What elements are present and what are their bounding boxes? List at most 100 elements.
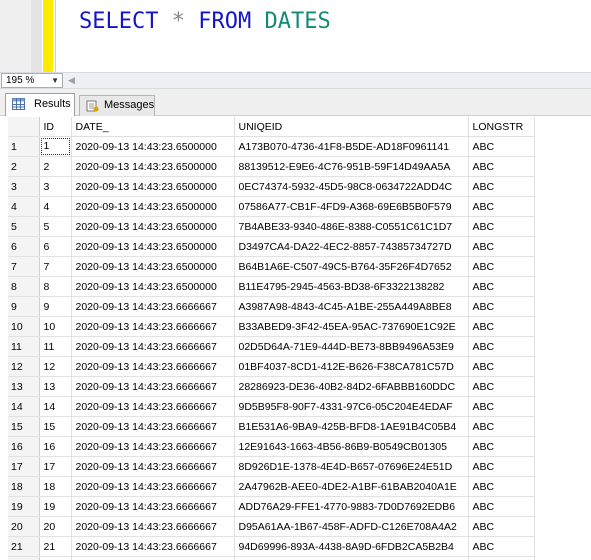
table-row[interactable]: 20 20 2020-09-13 14:43:23.6666667 D95A61AA-… xyxy=(8,516,535,537)
cell-longstr[interactable]: ABC xyxy=(468,396,535,417)
scroll-left-icon[interactable]: ◀ xyxy=(68,74,75,87)
row-number[interactable]: 14 xyxy=(8,396,40,417)
cell-date[interactable]: 2020-09-13 14:43:23.6666667 xyxy=(71,536,235,557)
row-number[interactable]: 16 xyxy=(8,436,40,457)
row-number[interactable]: 4 xyxy=(8,196,40,217)
cell-longstr[interactable]: ABC xyxy=(468,276,535,297)
cell-longstr[interactable]: ABC xyxy=(468,436,535,457)
column-header-id[interactable]: ID xyxy=(39,117,72,137)
cell-date[interactable]: 2020-09-13 14:43:23.6666667 xyxy=(71,396,235,417)
column-header-date[interactable]: DATE_ xyxy=(71,117,235,137)
cell-longstr[interactable]: ABC xyxy=(468,536,535,557)
cell-uniqeid[interactable]: A1429A1D-F911-4A10-9A4E-076E1613FF73 xyxy=(234,556,469,560)
cell-date[interactable]: 2020-09-13 14:43:23.6666667 xyxy=(71,496,235,517)
table-row[interactable]: 4 4 2020-09-13 14:43:23.6500000 07586A77-CB… xyxy=(8,196,535,217)
cell-uniqeid[interactable]: 88139512-E9E6-4C76-951B-59F14D49AA5A xyxy=(234,156,469,177)
cell-id[interactable]: 21 xyxy=(39,536,72,557)
cell-id[interactable]: 5 xyxy=(39,216,72,237)
cell-id[interactable]: 16 xyxy=(39,436,72,457)
table-row[interactable]: 16 16 2020-09-13 14:43:23.6666667 12E91643-… xyxy=(8,436,535,457)
cell-longstr[interactable]: ABC xyxy=(468,316,535,337)
table-row[interactable]: 7 7 2020-09-13 14:43:23.6500000 B64B1A6E-C5… xyxy=(8,256,535,277)
row-number[interactable]: 3 xyxy=(8,176,40,197)
row-number[interactable]: 21 xyxy=(8,536,40,557)
table-row[interactable]: 15 15 2020-09-13 14:43:23.6666667 B1E531A6-… xyxy=(8,416,535,437)
cell-id[interactable]: 7 xyxy=(39,256,72,277)
table-row[interactable]: 9 9 2020-09-13 14:43:23.6666667 A3987A98-48… xyxy=(8,296,535,317)
query-editor[interactable]: SELECT * FROM DATES xyxy=(0,0,591,72)
cell-date[interactable]: 2020-09-13 14:43:23.6500000 xyxy=(71,196,235,217)
cell-longstr[interactable]: ABC xyxy=(468,256,535,277)
sql-query-text[interactable]: SELECT * FROM DATES xyxy=(79,7,331,37)
table-row[interactable]: 6 6 2020-09-13 14:43:23.6500000 D3497CA4-DA… xyxy=(8,236,535,257)
table-row[interactable]: 2 2 2020-09-13 14:43:23.6500000 88139512-E9… xyxy=(8,156,535,177)
cell-date[interactable]: 2020-09-13 14:43:23.6500000 xyxy=(71,256,235,277)
cell-longstr[interactable]: ABC xyxy=(468,376,535,397)
cell-date[interactable]: 2020-09-13 14:43:23.6666667 xyxy=(71,456,235,477)
table-row[interactable]: 5 5 2020-09-13 14:43:23.6500000 7B4ABE33-93… xyxy=(8,216,535,237)
cell-id[interactable]: 15 xyxy=(39,416,72,437)
cell-longstr[interactable]: ABC xyxy=(468,416,535,437)
cell-longstr[interactable]: ABC xyxy=(468,476,535,497)
row-number-header[interactable] xyxy=(8,117,40,137)
table-row[interactable]: 19 19 2020-09-13 14:43:23.6666667 ADD76A29-… xyxy=(8,496,535,517)
cell-date[interactable]: 2020-09-13 14:43:23.6500000 xyxy=(71,216,235,237)
cell-id[interactable]: 1 xyxy=(39,136,72,157)
cell-id[interactable]: 17 xyxy=(39,456,72,477)
cell-id[interactable]: 18 xyxy=(39,476,72,497)
row-number[interactable]: 13 xyxy=(8,376,40,397)
cell-id[interactable]: 10 xyxy=(39,316,72,337)
cell-date[interactable]: 2020-09-13 14:43:23.6500000 xyxy=(71,236,235,257)
table-row[interactable]: 21 21 2020-09-13 14:43:23.6666667 94D69996-… xyxy=(8,536,535,557)
cell-longstr[interactable]: ABC xyxy=(468,336,535,357)
cell-longstr[interactable]: ABC xyxy=(468,516,535,537)
row-number[interactable]: 10 xyxy=(8,316,40,337)
row-number[interactable]: 22 xyxy=(8,556,40,560)
cell-id[interactable]: 20 xyxy=(39,516,72,537)
cell-uniqeid[interactable]: 2A47962B-AEE0-4DE2-A1BF-61BAB2040A1E xyxy=(234,476,469,497)
cell-date[interactable]: 2020-09-13 14:43:23.6666667 xyxy=(71,436,235,457)
cell-id[interactable]: 8 xyxy=(39,276,72,297)
cell-id[interactable]: 4 xyxy=(39,196,72,217)
cell-uniqeid[interactable]: 0EC74374-5932-45D5-98C8-0634722ADD4C xyxy=(234,176,469,197)
cell-longstr[interactable]: ABC xyxy=(468,296,535,317)
cell-date[interactable]: 2020-09-13 14:43:23.6500000 xyxy=(71,136,235,157)
row-number[interactable]: 12 xyxy=(8,356,40,377)
row-number[interactable]: 9 xyxy=(8,296,40,317)
cell-longstr[interactable]: ABC xyxy=(468,196,535,217)
cell-id[interactable]: 9 xyxy=(39,296,72,317)
cell-uniqeid[interactable]: 07586A77-CB1F-4FD9-A368-69E6B5B0F579 xyxy=(234,196,469,217)
row-number[interactable]: 7 xyxy=(8,256,40,277)
cell-date[interactable]: 2020-09-13 14:43:23.6666667 xyxy=(71,476,235,497)
cell-uniqeid[interactable]: 8D926D1E-1378-4E4D-B657-07696E24E51D xyxy=(234,456,469,477)
row-number[interactable]: 1 xyxy=(8,136,40,157)
cell-date[interactable]: 2020-09-13 14:43:23.6666667 xyxy=(71,296,235,317)
cell-uniqeid[interactable]: 12E91643-1663-4B56-86B9-B0549CB01305 xyxy=(234,436,469,457)
table-row[interactable]: 22222020-09-13 14:43:23.6666667A1429A1D-… xyxy=(8,556,535,560)
results-grid[interactable]: ID DATE_ UNIQEID LONGSTR 1 1 2020-09-13 14… xyxy=(8,117,591,560)
cell-uniqeid[interactable]: A3987A98-4843-4C45-A1BE-255A449A8BE8 xyxy=(234,296,469,317)
cell-uniqeid[interactable]: B64B1A6E-C507-49C5-B764-35F26F4D7652 xyxy=(234,256,469,277)
cell-uniqeid[interactable]: A173B070-4736-41F8-B5DE-AD18F0961141 xyxy=(234,136,469,157)
cell-uniqeid[interactable]: 28286923-DE36-40B2-84D2-6FABBB160DDC xyxy=(234,376,469,397)
row-number[interactable]: 20 xyxy=(8,516,40,537)
cell-date[interactable]: 2020-09-13 14:43:23.6500000 xyxy=(71,176,235,197)
table-row[interactable]: 11 11 2020-09-13 14:43:23.6666667 02D5D64A-… xyxy=(8,336,535,357)
cell-uniqeid[interactable]: D95A61AA-1B67-458F-ADFD-C126E708A4A2 xyxy=(234,516,469,537)
cell-id[interactable]: 3 xyxy=(39,176,72,197)
cell-longstr[interactable]: ABC xyxy=(468,136,535,157)
cell-uniqeid[interactable]: 02D5D64A-71E9-444D-BE73-8BB9496A53E9 xyxy=(234,336,469,357)
row-number[interactable]: 15 xyxy=(8,416,40,437)
column-header-longstr[interactable]: LONGSTR xyxy=(468,117,535,137)
cell-longstr[interactable]: ABC xyxy=(468,356,535,377)
table-row[interactable]: 3 3 2020-09-13 14:43:23.6500000 0EC74374-59… xyxy=(8,176,535,197)
cell-id[interactable]: 13 xyxy=(39,376,72,397)
zoom-dropdown[interactable]: 195 % ▼ xyxy=(1,73,63,88)
cell-longstr[interactable]: ABC xyxy=(468,236,535,257)
cell-longstr[interactable]: ABC xyxy=(468,216,535,237)
cell-date[interactable]: 2020-09-13 14:43:23.6666667 xyxy=(71,556,235,560)
column-header-uniqeid[interactable]: UNIQEID xyxy=(234,117,469,137)
cell-longstr[interactable]: ABC xyxy=(468,176,535,197)
cell-uniqeid[interactable]: 7B4ABE33-9340-486E-8388-C0551C61C1D7 xyxy=(234,216,469,237)
cell-date[interactable]: 2020-09-13 14:43:23.6666667 xyxy=(71,356,235,377)
